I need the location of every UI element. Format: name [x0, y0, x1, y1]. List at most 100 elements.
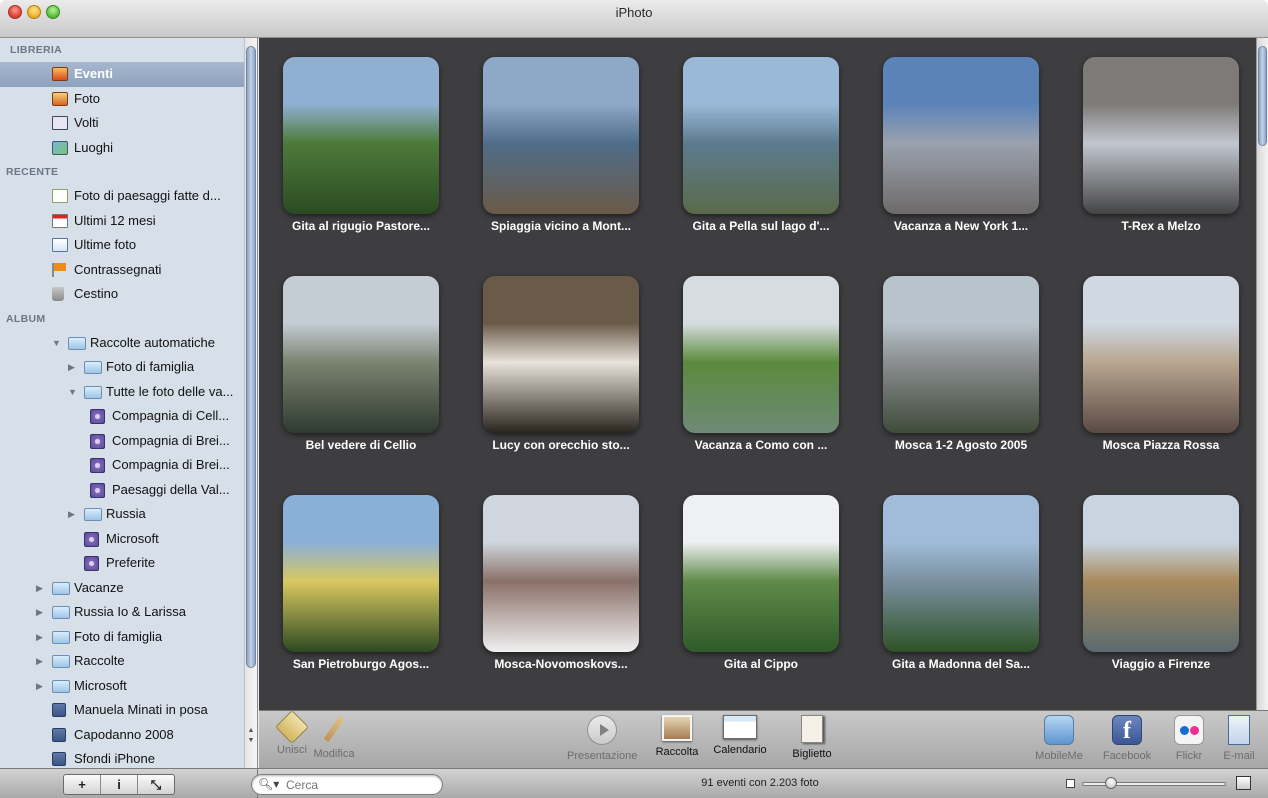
disclosure-closed-icon[interactable]: ▶ [36, 649, 46, 674]
sidebar-scroll-arrows[interactable]: ▲ ▼ [246, 726, 256, 746]
zoom-large-icon[interactable] [1236, 776, 1251, 790]
smart-album-icon [90, 458, 105, 473]
toolbar-calendar-button[interactable]: Calendario [705, 715, 775, 756]
sidebar-item-label: Preferite [106, 555, 156, 570]
folder-icon [52, 679, 70, 693]
sidebar-item[interactable]: Compagnia di Brei... [0, 453, 244, 478]
toolbar-mobileme-button[interactable]: MobileMe [1024, 715, 1094, 762]
sidebar-item[interactable]: ▶ Raccolte [0, 649, 244, 674]
event-thumbnail[interactable] [283, 57, 439, 214]
sidebar-item[interactable]: ▶ Foto di famiglia [0, 355, 244, 380]
add-button[interactable]: + [64, 775, 101, 794]
search-icon[interactable]: 🔍︎▾ [258, 777, 279, 791]
sidebar-item[interactable]: Compagnia di Brei... [0, 429, 244, 454]
sidebar-item[interactable]: ▶ Microsoft [0, 674, 244, 699]
sidebar-item[interactable]: Contrassegnati [0, 258, 244, 283]
info-button[interactable]: i [101, 775, 138, 794]
zoom-small-icon[interactable] [1066, 779, 1075, 788]
event-thumbnail[interactable] [1083, 276, 1239, 433]
sidebar-item[interactable]: Cestino [0, 282, 244, 307]
event-tile[interactable]: Lucy con orecchio sto... [466, 276, 656, 476]
disclosure-open-icon[interactable]: ▼ [52, 331, 62, 356]
sidebar-item[interactable]: Microsoft [0, 527, 244, 552]
sidebar-item[interactable]: Sfondi iPhone [0, 747, 244, 768]
event-thumbnail[interactable] [1083, 57, 1239, 214]
sidebar-item[interactable]: Eventi [0, 62, 244, 87]
disclosure-closed-icon[interactable]: ▶ [36, 625, 46, 650]
sidebar-item[interactable]: ▶ Russia [0, 502, 244, 527]
disclosure-open-icon[interactable]: ▼ [68, 380, 78, 405]
sidebar-item[interactable]: Luoghi [0, 136, 244, 161]
event-tile[interactable]: Gita a Pella sul lago d'... [666, 57, 856, 257]
sidebar-item[interactable]: Ultimi 12 mesi [0, 209, 244, 234]
disclosure-closed-icon[interactable]: ▶ [36, 600, 46, 625]
sidebar-item[interactable]: ▼ Raccolte automatiche [0, 331, 244, 356]
grid-scrollbar-thumb[interactable] [1258, 46, 1267, 146]
sidebar-item[interactable]: ▶ Foto di famiglia [0, 625, 244, 650]
toolbar-play-button[interactable]: Presentazione [567, 715, 637, 762]
sidebar-item[interactable]: Paesaggi della Val... [0, 478, 244, 503]
title-bar[interactable]: iPhoto [0, 0, 1268, 38]
sidebar-item[interactable]: Volti [0, 111, 244, 136]
sidebar-item[interactable]: Compagnia di Cell... [0, 404, 244, 429]
sidebar-item[interactable]: Foto [0, 87, 244, 112]
event-thumbnail[interactable] [883, 495, 1039, 652]
sidebar-item[interactable]: Ultime foto [0, 233, 244, 258]
sidebar-item[interactable]: ▼ Tutte le foto delle va... [0, 380, 244, 405]
toolbar-email-button[interactable]: E-mail [1204, 715, 1268, 762]
album-icon [52, 752, 66, 766]
sidebar-item[interactable]: Foto di paesaggi fatte d... [0, 184, 244, 209]
disclosure-closed-icon[interactable]: ▶ [36, 576, 46, 601]
sidebar-item-label: Paesaggi della Val... [112, 481, 230, 497]
sidebar-item[interactable]: ▶ Russia Io & Larissa [0, 600, 244, 625]
event-thumbnail[interactable] [1083, 495, 1239, 652]
disclosure-closed-icon[interactable]: ▶ [68, 355, 78, 380]
toolbar-pencil-button[interactable]: Modifica [299, 715, 369, 760]
toolbar-button-label: Calendario [713, 744, 767, 756]
sidebar-scrollbar-thumb[interactable] [246, 46, 256, 668]
event-tile[interactable]: Bel vedere di Cellio [266, 276, 456, 476]
zoom-slider[interactable] [1082, 782, 1226, 786]
event-tile[interactable]: Mosca 1-2 Agosto 2005 [866, 276, 1056, 476]
event-tile[interactable]: Gita al rigugio Pastore... [266, 57, 456, 257]
event-tile[interactable]: Gita a Madonna del Sa... [866, 495, 1056, 695]
event-tile[interactable]: Mosca-Novomoskovs... [466, 495, 656, 695]
event-title: Vacanza a New York 1... [893, 219, 1029, 233]
event-thumbnail[interactable] [483, 276, 639, 433]
sidebar-item[interactable]: Preferite [0, 551, 244, 576]
event-tile[interactable]: Spiaggia vicino a Mont... [466, 57, 656, 257]
zoom-slider-knob[interactable] [1104, 777, 1117, 789]
sidebar-item-label: Compagnia di Brei... [112, 432, 230, 448]
event-tile[interactable]: T-Rex a Melzo [1066, 57, 1256, 257]
event-title: T-Rex a Melzo [1121, 219, 1201, 233]
event-tile[interactable]: San Pietroburgo Agos... [266, 495, 456, 695]
event-thumbnail[interactable] [483, 57, 639, 214]
disclosure-closed-icon[interactable]: ▶ [68, 502, 78, 527]
event-thumbnail[interactable] [883, 57, 1039, 214]
event-tile[interactable]: Gita al Cippo [666, 495, 856, 695]
search-field[interactable]: 🔍︎▾ [251, 774, 443, 795]
event-thumbnail[interactable] [683, 276, 839, 433]
fullscreen-button[interactable]: ⤡ [138, 775, 174, 794]
event-tile[interactable]: Vacanza a New York 1... [866, 57, 1056, 257]
smart-album-icon [90, 433, 105, 449]
events-icon [52, 67, 68, 81]
sidebar-item[interactable]: ▶ Vacanze [0, 576, 244, 601]
event-thumbnail[interactable] [883, 276, 1039, 433]
event-tile[interactable]: Mosca Piazza Rossa [1066, 276, 1256, 476]
toolbar-book-button[interactable]: Raccolta [642, 715, 712, 758]
event-thumbnail[interactable] [683, 495, 839, 652]
event-tile[interactable]: Vacanza a Como con ... [666, 276, 856, 476]
event-thumbnail[interactable] [483, 495, 639, 652]
search-input[interactable] [286, 777, 436, 792]
toolbar-facebook-button[interactable]: f Facebook [1092, 715, 1162, 762]
sidebar-item[interactable]: Capodanno 2008 [0, 723, 244, 748]
event-thumbnail[interactable] [683, 57, 839, 214]
event-thumbnail[interactable] [283, 495, 439, 652]
event-tile[interactable]: Viaggio a Firenze [1066, 495, 1256, 695]
event-title: Viaggio a Firenze [1111, 657, 1211, 671]
disclosure-closed-icon[interactable]: ▶ [36, 674, 46, 699]
toolbar-card-button[interactable]: Biglietto [777, 715, 847, 760]
sidebar-item[interactable]: Manuela Minati in posa [0, 698, 244, 723]
event-thumbnail[interactable] [283, 276, 439, 433]
